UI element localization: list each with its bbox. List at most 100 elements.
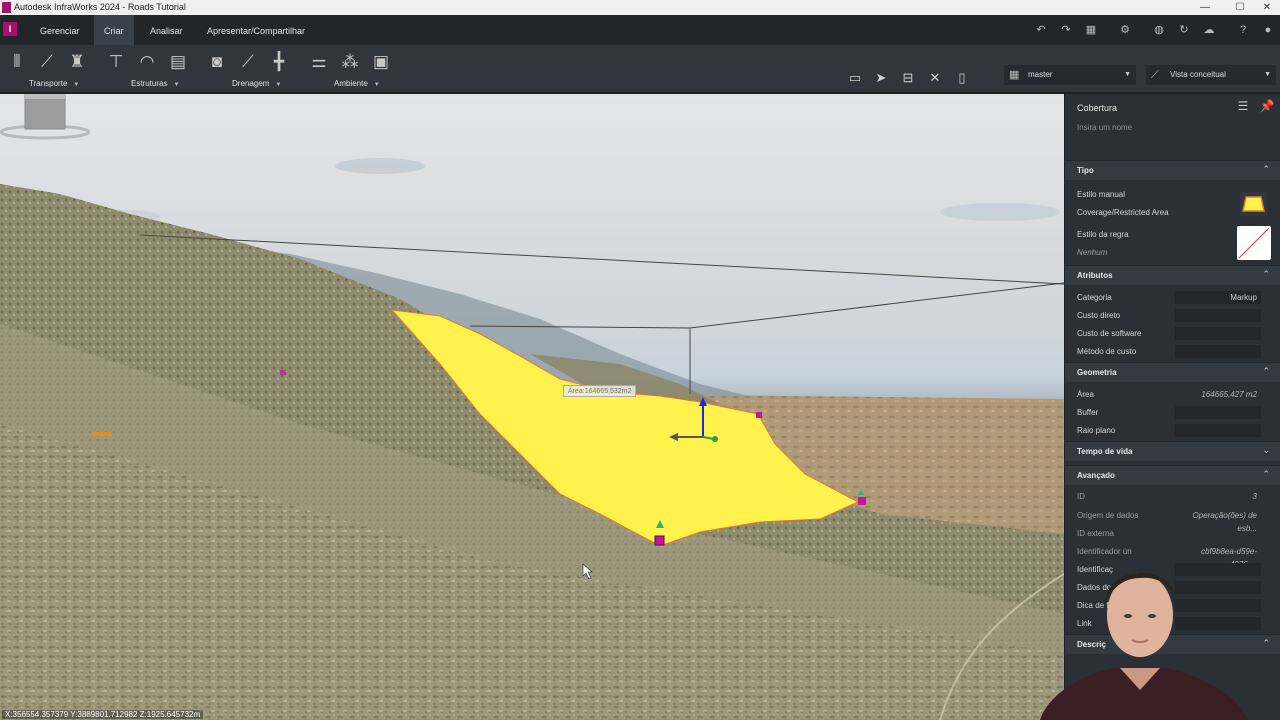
area-label: Área — [1077, 390, 1094, 399]
minimize-button[interactable]: — — [1190, 0, 1220, 15]
chevron-up-icon: ⌃ — [1262, 366, 1270, 376]
origem-field: Operação(ões) de esb... — [1192, 511, 1257, 533]
group-drenagem[interactable]: Drenagem ▼ — [232, 79, 281, 88]
maximize-button[interactable]: ☐ — [1225, 0, 1255, 15]
categoria-field[interactable]: Markup — [1175, 291, 1261, 304]
pin-icon[interactable]: 📌 — [1259, 99, 1275, 115]
estilo-regra-label: Estilo da regra — [1077, 230, 1129, 239]
metodo-custo-label: Método de custo — [1077, 347, 1137, 356]
group-transporte[interactable]: Transporte ▼ — [29, 79, 79, 88]
custo-software-field[interactable] — [1175, 327, 1261, 340]
area-field: 164665,427 m2 — [1201, 390, 1257, 399]
road-icon[interactable]: ⫴ — [6, 51, 28, 73]
refresh-icon[interactable]: ↻ — [1176, 22, 1192, 38]
buffer-label: Buffer — [1077, 408, 1099, 417]
select-arrow-icon[interactable]: ➤ — [872, 69, 890, 87]
view-cube[interactable] — [0, 94, 90, 144]
cloud — [940, 203, 1060, 221]
menu-icon[interactable]: ☰ — [1235, 99, 1251, 115]
water-area-icon[interactable]: ▣ — [370, 51, 392, 73]
help-icon[interactable]: ? — [1235, 22, 1251, 38]
tab-gerenciar[interactable]: Gerenciar — [30, 15, 90, 45]
presenter-webcam — [1040, 572, 1248, 720]
proposal-icon: ▦ — [1009, 69, 1020, 81]
section-tipo[interactable]: Tipo ⌃ — [1065, 160, 1280, 180]
point-feature-icon[interactable]: ⁂ — [339, 51, 361, 73]
chevron-up-icon: ⌃ — [1262, 164, 1270, 174]
orange-marker — [92, 432, 112, 435]
gear-icon[interactable]: ⚙ — [1117, 22, 1133, 38]
close-button[interactable]: ✕ — [1252, 0, 1280, 15]
section-atributos[interactable]: Atributos ⌃ — [1065, 265, 1280, 285]
custo-direto-field[interactable] — [1175, 309, 1261, 322]
proposal-dropdown[interactable]: ▦ master ▼ — [1004, 65, 1136, 85]
chevron-down-icon: ▼ — [1124, 71, 1131, 78]
estilo-manual-label: Estilo manual — [1077, 190, 1126, 199]
redo-icon[interactable]: ↷ — [1058, 22, 1074, 38]
cube-face[interactable] — [24, 94, 66, 130]
chevron-up-icon: ⌃ — [1262, 469, 1270, 479]
id-field: 3 — [1252, 492, 1257, 501]
metodo-custo-field[interactable] — [1175, 345, 1261, 358]
chevron-up-icon: ⌃ — [1262, 269, 1270, 279]
3d-viewport[interactable]: Área:164665,532m2 X:356554.357379 Y:3889… — [0, 94, 1064, 720]
visual-style-dropdown[interactable]: ⟋ Vista conceitual ▼ — [1146, 65, 1276, 85]
bridge-icon[interactable]: ⊤ — [105, 51, 127, 73]
group-ambiente[interactable]: Ambiente ▼ — [334, 79, 380, 88]
custo-software-label: Custo de software — [1077, 329, 1142, 338]
vertex-handle[interactable] — [756, 412, 762, 418]
origem-label: Origem de dados — [1077, 511, 1139, 520]
name-input[interactable]: Insira um nome — [1077, 123, 1132, 132]
estilo-manual-value: Coverage/Restricted Area — [1077, 208, 1169, 217]
id-label: ID — [1077, 492, 1085, 501]
terrain-scene — [0, 158, 1064, 720]
clipboard-icon[interactable]: ▯ — [953, 69, 971, 87]
buffer-field[interactable] — [1175, 406, 1261, 419]
boundary-line — [689, 282, 1064, 329]
cloud-icon[interactable]: ☁ — [1201, 22, 1217, 38]
inlet-icon[interactable]: ╋ — [268, 51, 290, 73]
section-geometria[interactable]: Geometria ⌃ — [1065, 362, 1280, 382]
section-tempo-de-vida[interactable]: Tempo de vida ⌄ — [1065, 441, 1280, 461]
raio-plano-field[interactable] — [1175, 424, 1261, 437]
window-title: Autodesk InfraWorks 2024 - Roads Tutoria… — [14, 2, 186, 12]
tunnel-icon[interactable]: ◠ — [136, 51, 158, 73]
categoria-label: Categoria — [1077, 293, 1112, 302]
building-icon[interactable]: ▤ — [167, 51, 189, 73]
measure-icon[interactable]: ⊟ — [899, 69, 917, 87]
display-icon[interactable]: ▭ — [846, 69, 864, 87]
chevron-down-icon: ⌄ — [1262, 445, 1270, 455]
component-road-icon[interactable]: ⟋ — [36, 51, 58, 73]
infraworks-logo[interactable]: I — [3, 22, 17, 36]
area-tooltip: Área:164665,532m2 — [563, 385, 637, 397]
raio-plano-label: Raio plano — [1077, 426, 1116, 435]
delete-icon[interactable]: ✕ — [926, 69, 944, 87]
chevron-up-icon: ⌃ — [1262, 638, 1270, 648]
rule-style-swatch[interactable] — [1237, 226, 1271, 260]
tab-criar[interactable]: Criar — [94, 15, 134, 45]
pipe-icon[interactable]: ⟋ — [237, 51, 259, 73]
estilo-regra-value: Nenhum — [1077, 248, 1108, 257]
vertex-handle[interactable] — [654, 535, 665, 546]
sync-icon[interactable]: ◍ — [1151, 22, 1167, 38]
chevron-down-icon: ▼ — [1264, 71, 1271, 78]
tab-apresentar-compartilhar[interactable]: Apresentar/Compartilhar — [197, 15, 315, 45]
id-externa-label: ID externa — [1077, 529, 1114, 538]
manual-style-swatch[interactable] — [1240, 192, 1267, 216]
pipeline-icon[interactable]: ♜ — [66, 51, 88, 73]
coordinate-readout: X:356554.357379 Y:3889801.712982 Z:1925.… — [2, 710, 204, 719]
traffic-light-icon[interactable]: ⚌ — [308, 51, 330, 73]
tab-analisar[interactable]: Analisar — [140, 15, 193, 45]
window-titlebar: Autodesk InfraWorks 2024 - Roads Tutoria… — [0, 0, 1280, 15]
grid-icon[interactable]: ▦ — [1083, 22, 1099, 38]
vertex-handle[interactable] — [858, 497, 866, 505]
menu-bar: I Gerenciar Criar Analisar Apresentar/Co… — [0, 15, 1280, 45]
undo-icon[interactable]: ↶ — [1033, 22, 1049, 38]
user-icon[interactable]: ● — [1260, 22, 1276, 38]
visual-style-icon: ⟋ — [1151, 69, 1159, 81]
app-icon — [2, 2, 11, 13]
cloud — [335, 158, 425, 174]
culvert-icon[interactable]: ◙ — [206, 51, 228, 73]
section-avancado[interactable]: Avançado ⌃ — [1065, 465, 1280, 485]
group-estruturas[interactable]: Estruturas ▼ — [131, 79, 179, 88]
